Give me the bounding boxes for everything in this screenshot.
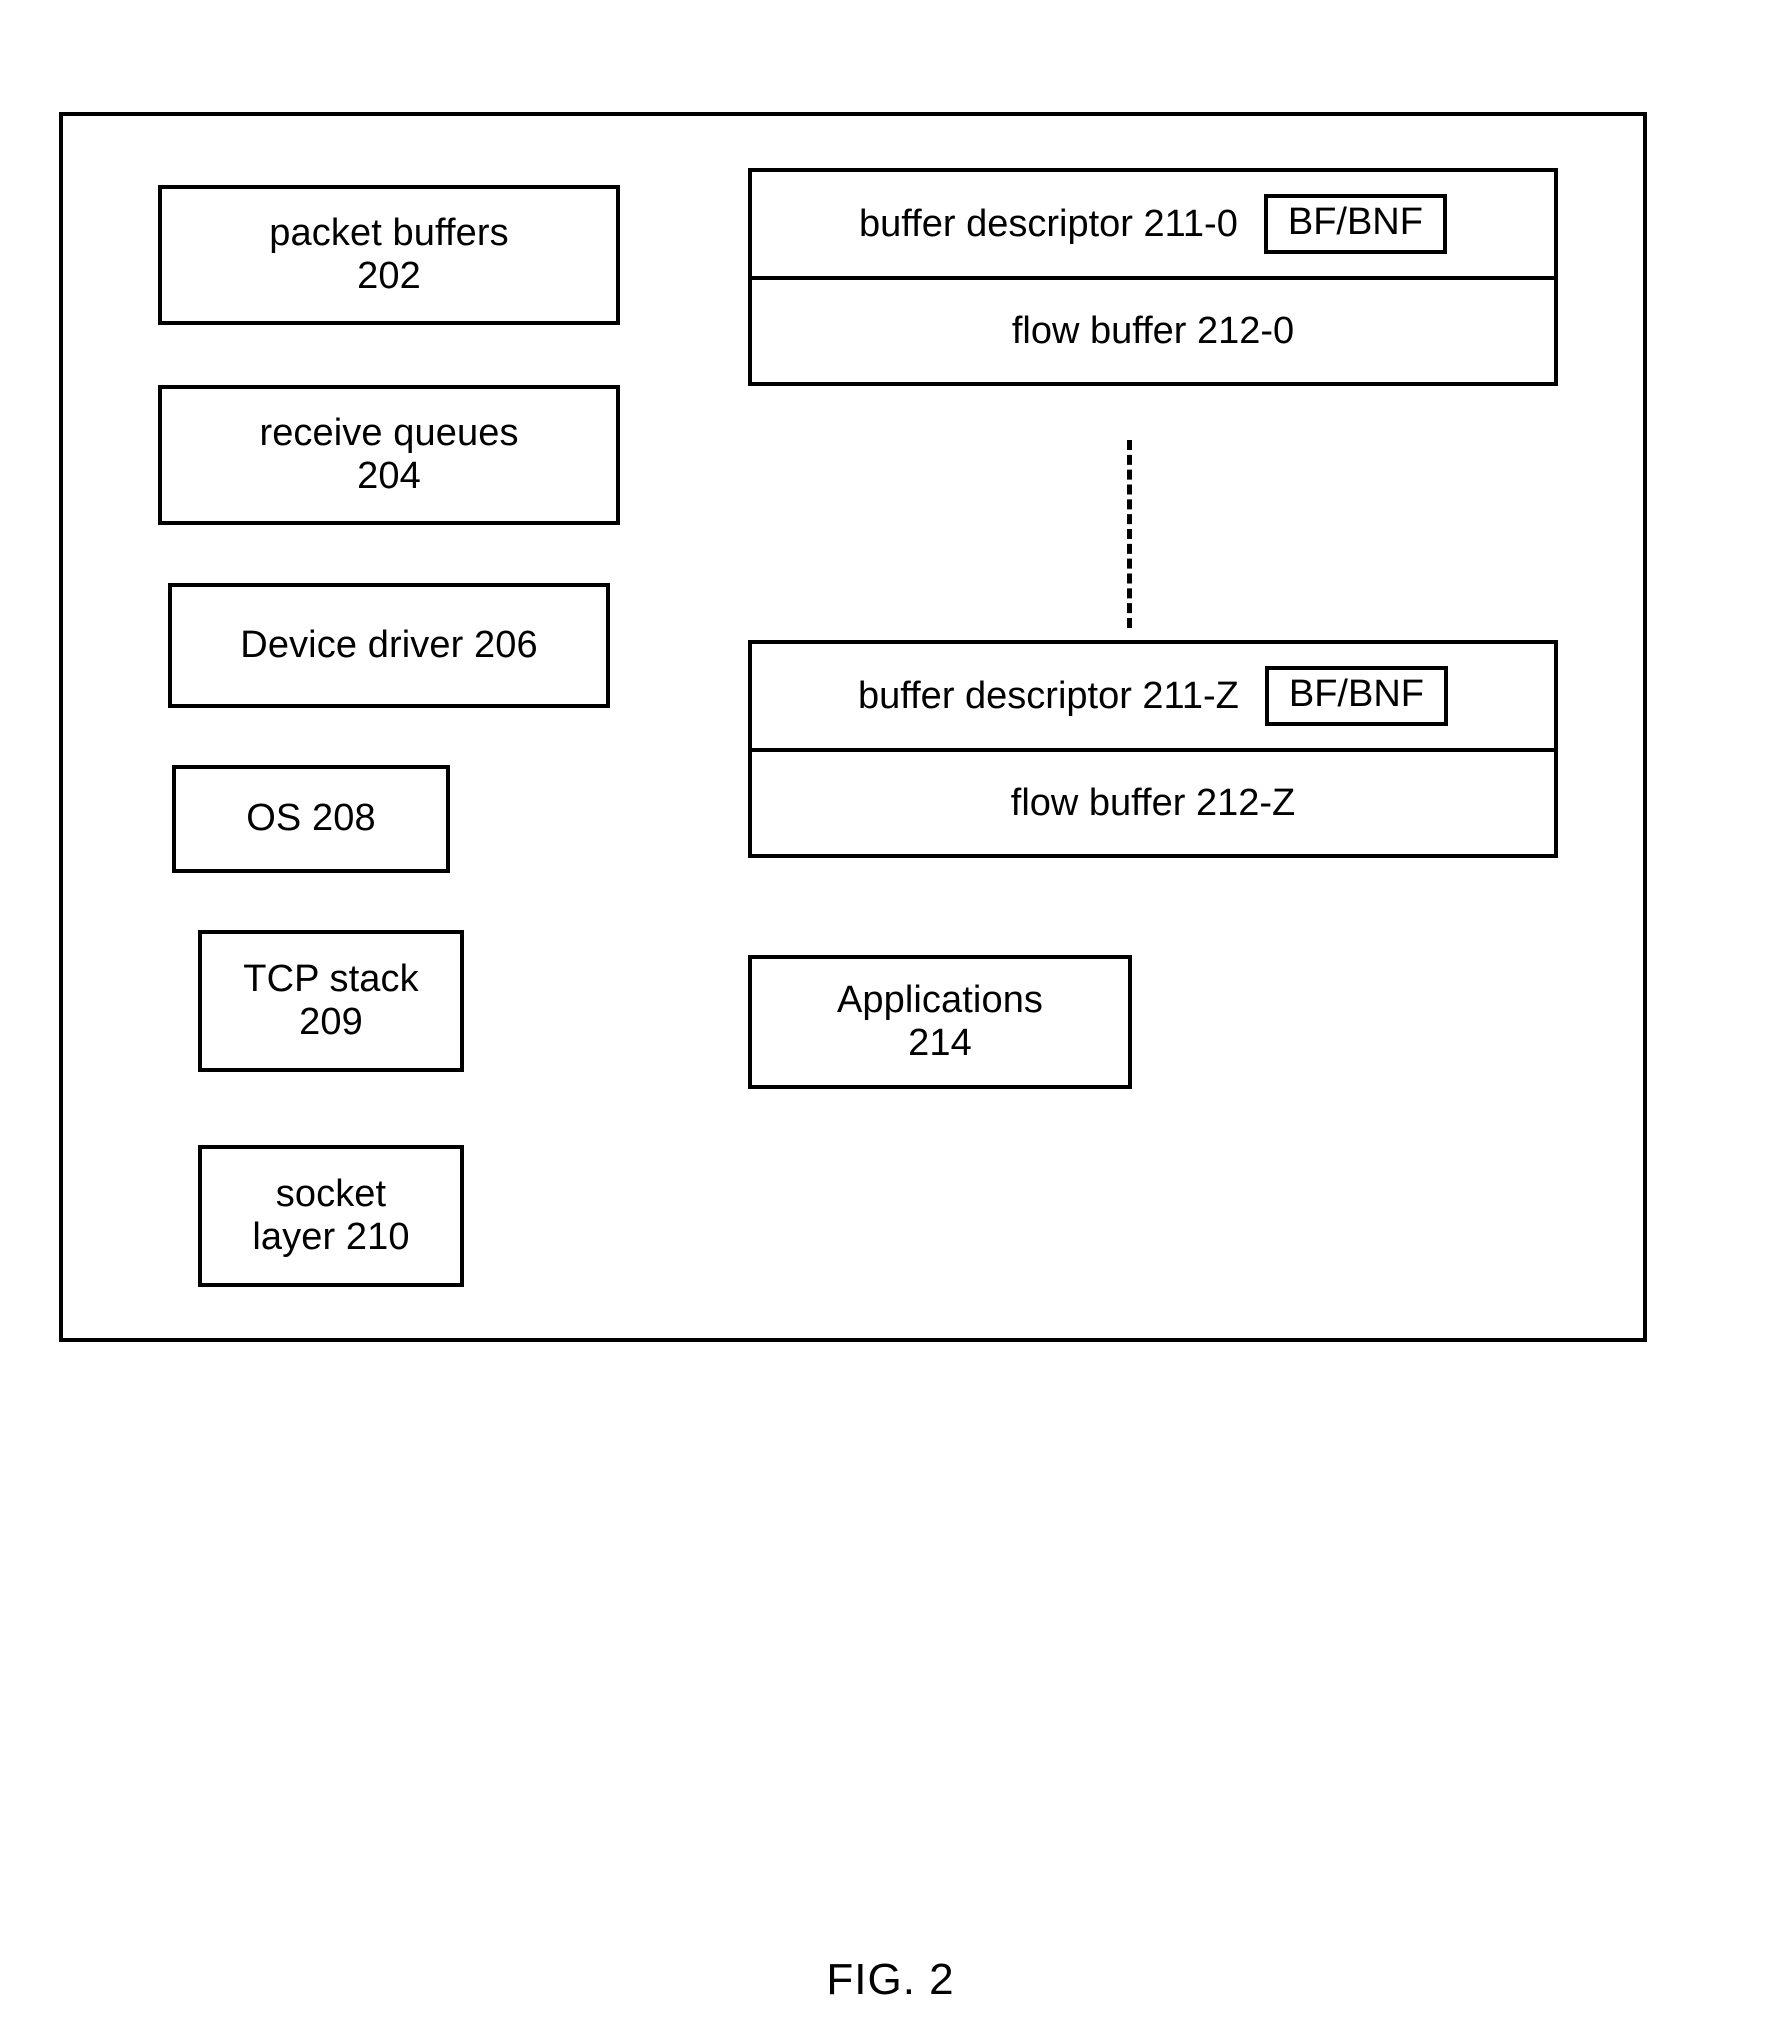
- node-tcp-stack: TCP stack 209: [198, 930, 464, 1072]
- patent-figure: packet buffers 202 receive queues 204 De…: [0, 0, 1781, 2044]
- node-packet-buffers: packet buffers 202: [158, 185, 620, 325]
- buffer-descriptor-0-label: buffer descriptor 211-0: [859, 202, 1238, 245]
- flow-buffer-0-row: flow buffer 212-0: [748, 280, 1558, 386]
- figure-caption: FIG. 2: [826, 1955, 955, 2004]
- node-os: OS 208: [172, 765, 450, 873]
- flow-buffer-z-row: flow buffer 212-Z: [748, 752, 1558, 858]
- bf-bnf-flag-0: BF/BNF: [1263, 194, 1447, 254]
- bf-bnf-flag-z: BF/BNF: [1264, 666, 1448, 726]
- buffer-group-0: buffer descriptor 211-0 BF/BNF flow buff…: [748, 168, 1558, 386]
- buffer-descriptor-0-row: buffer descriptor 211-0 BF/BNF: [748, 168, 1558, 280]
- buffer-descriptor-z-row: buffer descriptor 211-Z BF/BNF: [748, 640, 1558, 752]
- buffer-group-z: buffer descriptor 211-Z BF/BNF flow buff…: [748, 640, 1558, 858]
- node-receive-queues: receive queues 204: [158, 385, 620, 525]
- node-socket-layer: socket layer 210: [198, 1145, 464, 1287]
- buffer-descriptor-z-label: buffer descriptor 211-Z: [857, 674, 1239, 717]
- vertical-dashed-connector: [1127, 440, 1132, 628]
- node-applications: Applications 214: [748, 955, 1132, 1089]
- node-device-driver: Device driver 206: [168, 583, 610, 708]
